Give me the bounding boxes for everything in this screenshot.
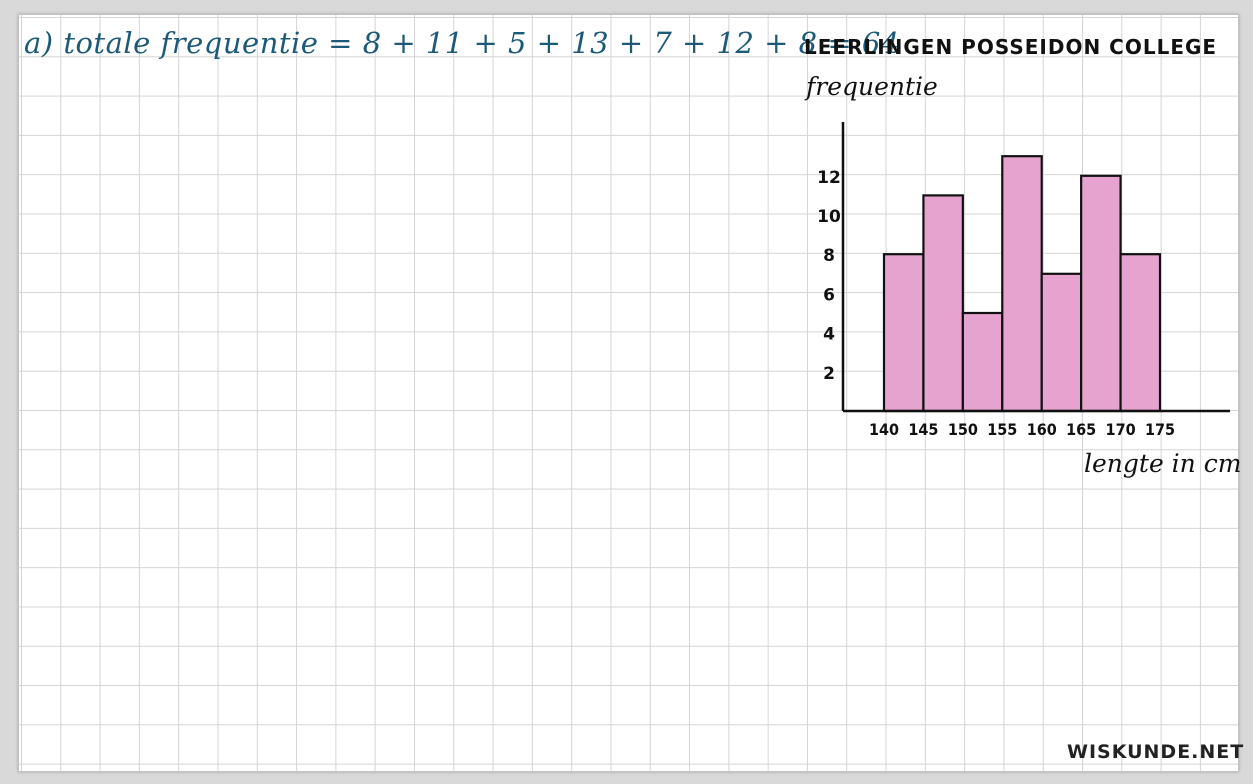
watermark-logo: WISKUNDE.NET (1067, 741, 1245, 763)
x-tick-label: 165 (1066, 420, 1096, 439)
histogram-bar (882, 253, 925, 413)
histogram-bar (922, 194, 964, 413)
x-tick-label: 155 (987, 420, 1017, 439)
histogram-bar (961, 311, 1004, 413)
x-tick-label: 145 (908, 420, 938, 439)
y-tick-label: 10 (817, 207, 841, 227)
histogram-bar (1040, 272, 1083, 413)
x-tick-label: 140 (869, 420, 899, 439)
histogram-bar (1001, 155, 1043, 413)
histogram-bar (1080, 174, 1122, 413)
y-tick-label: 6 (823, 285, 835, 305)
x-tick-label: 160 (1027, 420, 1057, 439)
histogram-chart: 2 4 6 8 10 12 140 145 150 155 160 165 170 175 (817, 122, 1230, 439)
x-tick-label: 150 (948, 420, 978, 439)
y-tick-label: 12 (817, 168, 841, 188)
x-tick-label: 175 (1145, 420, 1175, 439)
y-tick-label: 2 (823, 364, 835, 384)
x-tick-label: 170 (1106, 420, 1136, 439)
histogram-bar (1119, 253, 1162, 413)
y-tick-label: 4 (823, 325, 835, 345)
y-tick-label: 8 (823, 246, 835, 266)
